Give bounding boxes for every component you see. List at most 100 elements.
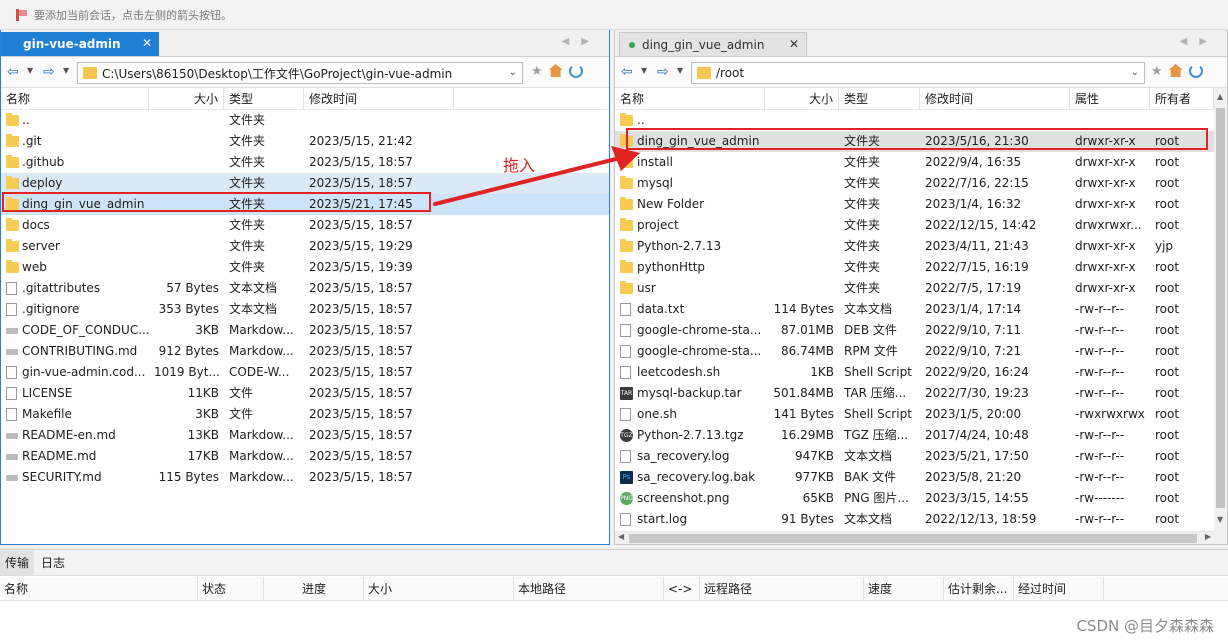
col-progress[interactable]: 进度 xyxy=(264,577,364,601)
vertical-scrollbar[interactable]: ▲ ▼ xyxy=(1214,88,1227,544)
table-row[interactable]: server 文件夹 2023/5/15, 19:29 xyxy=(1,236,609,257)
table-row[interactable]: CONTRIBUTING.md 912 Bytes Markdow... 2023/5… xyxy=(1,341,609,362)
forward-icon[interactable]: ⇨ xyxy=(43,64,55,80)
forward-icon[interactable]: ⇨ xyxy=(657,64,669,80)
table-row[interactable]: Makefile 3KB 文件 2023/5/15, 18:57 xyxy=(1,404,609,425)
back-icon[interactable]: ⇦ xyxy=(7,64,19,80)
table-row[interactable]: New Folder 文件夹 2023/1/4, 16:32 drwxr-xr-x ro… xyxy=(615,194,1227,215)
horizontal-scrollbar[interactable]: ◀ ▶ xyxy=(615,531,1227,544)
scroll-left-icon[interactable]: ◀ xyxy=(618,532,624,541)
bookmark-icon[interactable]: ★ xyxy=(1151,64,1163,79)
table-row[interactable]: usr 文件夹 2022/7/5, 17:19 drwxr-xr-x root xyxy=(615,278,1227,299)
table-row[interactable]: start.log 91 Bytes 文本文档 2022/12/13, 18:59 -r… xyxy=(615,509,1227,530)
col-size[interactable]: 大小 xyxy=(765,88,839,110)
col-status[interactable]: 状态 xyxy=(198,577,264,601)
col-transfer-size[interactable]: 大小 xyxy=(364,577,514,601)
col-type[interactable]: 类型 xyxy=(224,88,304,110)
back-icon[interactable]: ⇦ xyxy=(621,64,633,80)
table-row[interactable]: web 文件夹 2023/5/15, 19:39 xyxy=(1,257,609,278)
table-row[interactable]: CODE_OF_CONDUC... 3KB Markdow... 2023/5/15,… xyxy=(1,320,609,341)
table-row[interactable]: .gitattributes 57 Bytes 文本文档 2023/5/15, 18:… xyxy=(1,278,609,299)
col-owner[interactable]: 所有者 xyxy=(1150,88,1214,110)
file-name: screenshot.png xyxy=(637,491,730,505)
file-permissions: drwxr-xr-x xyxy=(1075,281,1136,295)
tab-log[interactable]: 日志 xyxy=(36,551,70,575)
table-row[interactable]: one.sh 141 Bytes Shell Script 2023/1/5, 20:… xyxy=(615,404,1227,425)
col-type[interactable]: 类型 xyxy=(839,88,920,110)
table-row[interactable]: .. 文件夹 xyxy=(1,110,609,131)
file-size: 1019 Byt... xyxy=(154,365,220,379)
remote-path-input[interactable]: /root ⌄ xyxy=(691,62,1145,84)
table-row[interactable]: ding_gin_vue_admin 文件夹 2023/5/16, 21:30 drw… xyxy=(615,131,1227,152)
tab-remote-session[interactable]: ding_gin_vue_admin ✕ xyxy=(619,32,807,56)
scrollbar-thumb[interactable] xyxy=(1216,108,1225,508)
table-row[interactable]: SECURITY.md 115 Bytes Markdow... 2023/5/15,… xyxy=(1,467,609,488)
col-transfer-name[interactable]: 名称 xyxy=(0,577,198,601)
local-path-input[interactable]: C:\Users\86150\Desktop\工作文件\GoProject\gi… xyxy=(77,62,523,84)
table-row[interactable]: gin-vue-admin.cod... 1019 Byt... CODE-W...… xyxy=(1,362,609,383)
col-speed[interactable]: 速度 xyxy=(864,577,944,601)
file-type: 文件夹 xyxy=(229,218,266,232)
col-direction[interactable]: <-> xyxy=(664,577,700,601)
chevron-down-icon[interactable]: ▼ xyxy=(677,66,683,75)
table-row[interactable]: pythonHttp 文件夹 2022/7/15, 16:19 drwxr-xr-x r… xyxy=(615,257,1227,278)
col-local-path[interactable]: 本地路径 xyxy=(514,577,664,601)
file-name: server xyxy=(22,239,60,253)
tab-scroll-arrows[interactable]: ◀▶ xyxy=(1180,36,1219,47)
file-permissions: drwxr-xr-x xyxy=(1075,260,1136,274)
table-row[interactable]: install 文件夹 2022/9/4, 16:35 drwxr-xr-x root xyxy=(615,152,1227,173)
col-eta[interactable]: 估计剩余... xyxy=(944,577,1014,601)
scroll-up-icon[interactable]: ▲ xyxy=(1217,92,1223,101)
file-size: 912 Bytes xyxy=(158,344,219,358)
home-icon[interactable] xyxy=(548,64,563,77)
col-modified[interactable]: 修改时间 xyxy=(304,88,454,110)
tab-local-session[interactable]: gin-vue-admin ✕ xyxy=(1,32,159,56)
chevron-down-icon[interactable]: ⌄ xyxy=(509,67,517,78)
scroll-down-icon[interactable]: ▼ xyxy=(1217,515,1223,524)
chevron-down-icon[interactable]: ⌄ xyxy=(1131,67,1139,78)
file-type xyxy=(839,110,920,131)
table-row[interactable]: google-chrome-sta... 87.01MB DEB 文件 2022/9/… xyxy=(615,320,1227,341)
tab-transfer[interactable]: 传输 xyxy=(0,551,35,575)
table-row[interactable]: data.txt 114 Bytes 文本文档 2023/1/4, 17:14 -rw-… xyxy=(615,299,1227,320)
scrollbar-thumb[interactable] xyxy=(629,534,1197,543)
col-permissions[interactable]: 属性 xyxy=(1070,88,1150,110)
chevron-down-icon[interactable]: ▼ xyxy=(27,66,33,75)
file-name: gin-vue-admin.cod... xyxy=(22,365,146,379)
bookmark-icon[interactable]: ★ xyxy=(531,64,543,79)
table-row[interactable]: README-en.md 13KB Markdow... 2023/5/15, 18:… xyxy=(1,425,609,446)
table-row[interactable]: mysql 文件夹 2022/7/16, 22:15 drwxr-xr-x root xyxy=(615,173,1227,194)
table-row[interactable]: .. xyxy=(615,110,1227,131)
col-size[interactable]: 大小 xyxy=(149,88,224,110)
table-row[interactable]: project 文件夹 2022/12/15, 14:42 drwxrwxr... ro… xyxy=(615,215,1227,236)
file-size: 17KB xyxy=(187,449,219,463)
tab-scroll-arrows[interactable]: ◀▶ xyxy=(562,36,601,47)
table-row[interactable]: .gitignore 353 Bytes 文本文档 2023/5/15, 18:57 xyxy=(1,299,609,320)
table-row[interactable]: docs 文件夹 2023/5/15, 18:57 xyxy=(1,215,609,236)
home-icon[interactable] xyxy=(1168,64,1183,77)
file-size: 141 Bytes xyxy=(773,407,834,421)
chevron-down-icon[interactable]: ▼ xyxy=(641,66,647,75)
scroll-right-icon[interactable]: ▶ xyxy=(1205,532,1211,541)
table-row[interactable]: leetcodesh.sh 1KB Shell Script 2022/9/20, 1… xyxy=(615,362,1227,383)
table-row[interactable]: PNG screenshot.png 65KB PNG 图片... 2023/3/15,… xyxy=(615,488,1227,509)
refresh-icon[interactable] xyxy=(568,64,583,78)
file-modified: 2023/4/11, 21:43 xyxy=(925,239,1029,253)
col-remote-path[interactable]: 远程路径 xyxy=(700,577,864,601)
table-row[interactable]: LICENSE 11KB 文件 2023/5/15, 18:57 xyxy=(1,383,609,404)
table-row[interactable]: sa_recovery.log 947KB 文本文档 2023/5/21, 17:50… xyxy=(615,446,1227,467)
col-modified[interactable]: 修改时间 xyxy=(920,88,1070,110)
chevron-down-icon[interactable]: ▼ xyxy=(63,66,69,75)
close-icon[interactable]: ✕ xyxy=(789,37,799,51)
table-row[interactable]: TGZ Python-2.7.13.tgz 16.29MB TGZ 压缩... 2017… xyxy=(615,425,1227,446)
refresh-icon[interactable] xyxy=(1188,64,1203,78)
file-modified: 2023/5/15, 18:57 xyxy=(309,344,413,358)
table-row[interactable]: Python-2.7.13 文件夹 2023/4/11, 21:43 drwxr-xr… xyxy=(615,236,1227,257)
close-icon[interactable]: ✕ xyxy=(142,36,152,50)
table-row[interactable]: Ps sa_recovery.log.bak 977KB BAK 文件 2023/5/8… xyxy=(615,467,1227,488)
table-row[interactable]: google-chrome-sta... 86.74MB RPM 文件 2022/9/… xyxy=(615,341,1227,362)
file-modified xyxy=(304,110,454,131)
table-row[interactable]: TAR mysql-backup.tar 501.84MB TAR 压缩... 2022… xyxy=(615,383,1227,404)
col-elapsed[interactable]: 经过时间 xyxy=(1014,577,1104,601)
table-row[interactable]: README.md 17KB Markdow... 2023/5/15, 18:57 xyxy=(1,446,609,467)
